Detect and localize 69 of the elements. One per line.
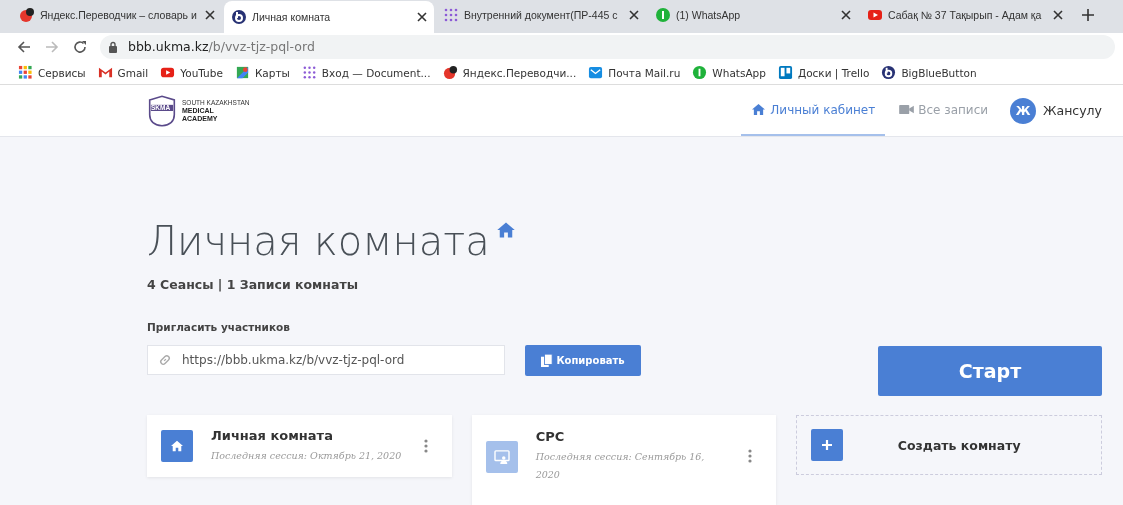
room-title: Личная комната xyxy=(147,217,490,265)
bookmark-item[interactable]: BigBlueButton xyxy=(881,65,977,81)
user-name[interactable]: Жансулу xyxy=(1043,103,1102,119)
app-grid-icon xyxy=(18,65,33,81)
back-icon[interactable] xyxy=(16,38,32,55)
home-icon xyxy=(495,221,516,239)
bookmark-item[interactable]: Карты xyxy=(234,65,290,81)
browser-tab[interactable]: Яндекс.Переводчик – словарь и xyxy=(12,1,222,30)
browser-tab[interactable]: Внутренний документ(ПР-445 с xyxy=(436,1,646,30)
bookmark-item[interactable]: Gmail xyxy=(97,65,149,81)
envelope-icon xyxy=(588,65,604,81)
avatar[interactable]: Ж xyxy=(1010,97,1037,124)
invite-url-field[interactable]: https://bbb.ukma.kz/b/vvz-tjz-pql-ord xyxy=(147,345,505,375)
bookmark-item[interactable]: Почта Mail.ru xyxy=(588,65,681,81)
double-circle-icon xyxy=(19,7,35,24)
close-icon[interactable] xyxy=(205,10,215,21)
last-session-text: Последняя сессия: Сентябрь 16, 2020 xyxy=(535,450,706,482)
copy-button[interactable]: Копировать xyxy=(525,345,641,376)
url-text: bbb.ukma.kz/b/vvz-tjz-pql-ord xyxy=(128,39,315,55)
more-icon[interactable] xyxy=(423,439,428,453)
board-icon xyxy=(777,65,793,81)
link-icon xyxy=(158,353,172,367)
room-stats: 4 Сеансы | 1 Записи комнаты xyxy=(147,277,359,292)
nav-link[interactable]: Личный кабинет xyxy=(741,85,886,136)
bookmark-item[interactable]: Вход — Document... xyxy=(301,65,431,81)
create-room-card[interactable]: Создать комнату xyxy=(796,415,1102,475)
b-circle-icon xyxy=(231,9,247,26)
plus-icon xyxy=(811,429,844,461)
bookmark-item[interactable]: Доски | Trello xyxy=(777,65,870,81)
chat-circle-icon xyxy=(655,7,671,24)
last-session-text: Последняя сессия: Октябрь 21, 2020 xyxy=(211,448,403,463)
browser-tab[interactable]: Личная комната xyxy=(224,1,434,34)
close-icon[interactable] xyxy=(629,10,639,21)
close-icon[interactable] xyxy=(417,12,427,23)
start-button[interactable]: Старт xyxy=(878,346,1102,396)
lock-icon xyxy=(108,40,118,53)
tab-title: Внутренний документ(ПР-445 с xyxy=(464,9,619,22)
address-field[interactable]: bbb.ukma.kz/b/vvz-tjz-pql-ord xyxy=(100,34,1115,59)
room-name: СРС xyxy=(535,429,566,444)
bookmark-item[interactable]: YouTube xyxy=(160,65,223,81)
close-icon[interactable] xyxy=(1053,10,1063,21)
invite-label: Пригласить участников xyxy=(147,321,291,333)
tab-title: Яндекс.Переводчик – словарь и xyxy=(40,9,198,22)
double-circle-icon xyxy=(442,65,458,81)
map-pin-icon xyxy=(234,65,250,81)
browser-tab[interactable]: (1) WhatsApp xyxy=(648,1,858,30)
room-card[interactable]: СРС Последняя сессия: Сентябрь 16, 2020 xyxy=(471,415,777,505)
emblem-icon xyxy=(147,94,177,127)
b-circle-icon xyxy=(881,65,897,81)
more-icon[interactable] xyxy=(748,449,753,463)
bookmark-item[interactable]: WhatsApp xyxy=(692,65,766,81)
room-card[interactable]: Личная комната Последняя сессия: Октябрь 21, 2020 xyxy=(147,415,452,477)
bookmark-item[interactable]: Сервисы xyxy=(18,65,86,81)
video-camera-icon xyxy=(899,104,915,116)
reload-icon[interactable] xyxy=(72,38,88,55)
tab-title: Личная комната xyxy=(252,11,332,24)
copy-icon xyxy=(541,353,554,368)
browser-tab[interactable]: Сабақ № 37 Тақырып - Адам қа xyxy=(860,1,1070,30)
bookmark-item[interactable]: Яндекс.Переводчи... xyxy=(442,65,577,81)
tab-title: (1) WhatsApp xyxy=(676,9,742,22)
chat-circle-icon xyxy=(692,65,708,81)
close-icon[interactable] xyxy=(841,10,851,21)
new-tab-icon[interactable] xyxy=(1082,9,1094,22)
home-icon xyxy=(751,103,767,117)
room-name: Личная комната xyxy=(211,427,334,443)
create-room-label: Создать комнату xyxy=(896,437,1022,453)
tab-title: Сабақ № 37 Тақырып - Адам қа xyxy=(888,9,1043,22)
dot-grid-icon xyxy=(301,65,317,81)
dot-grid-icon xyxy=(443,7,459,24)
